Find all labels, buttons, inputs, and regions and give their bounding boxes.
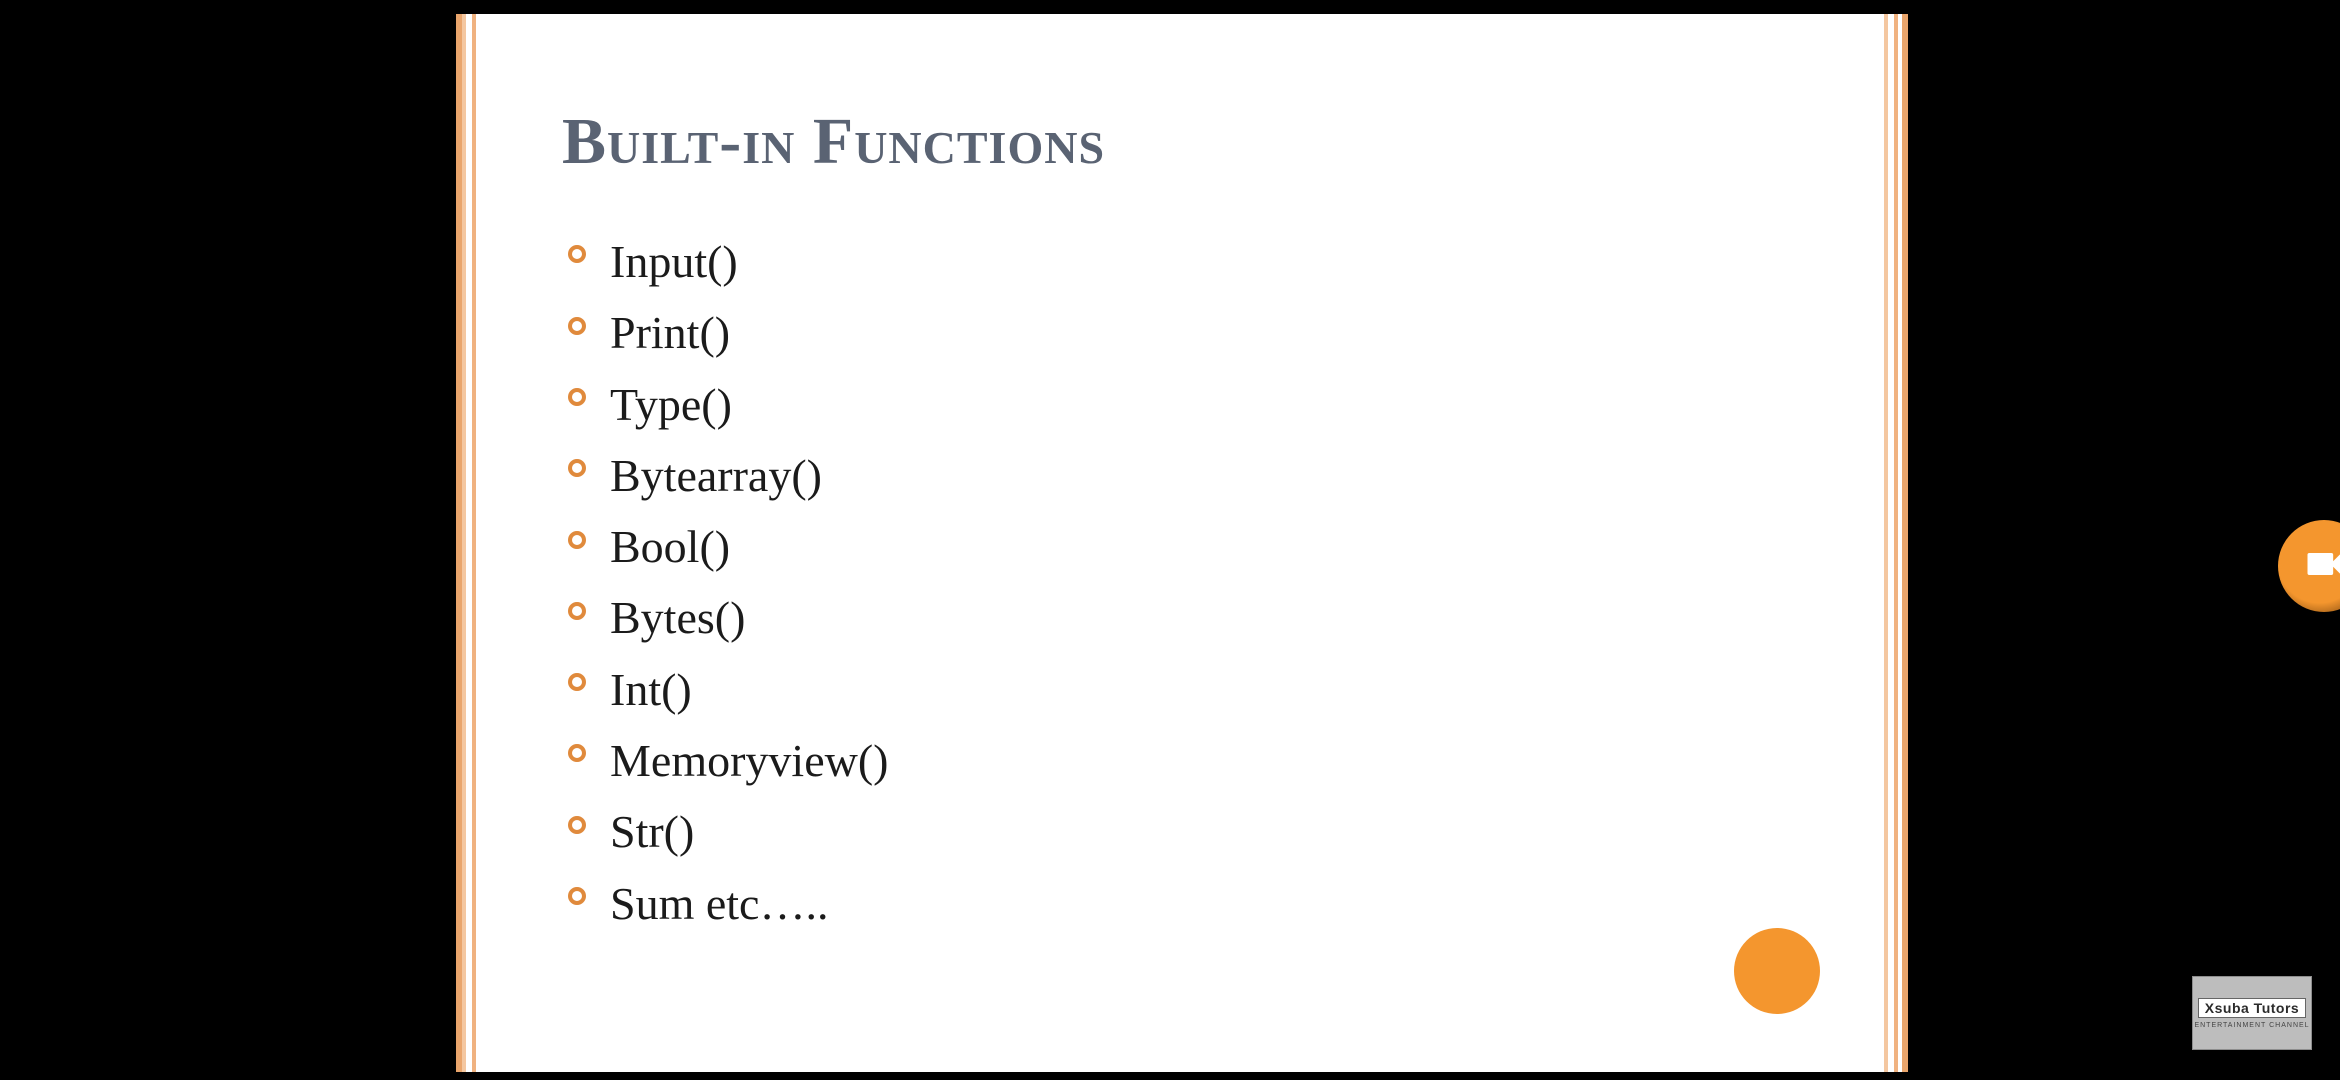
slide-title: Built-in Functions bbox=[562, 104, 1802, 180]
list-item: Sum etc….. bbox=[562, 868, 1802, 939]
record-button[interactable] bbox=[2278, 520, 2340, 612]
watermark-sub: ENTERTAINMENT CHANNEL bbox=[2194, 1022, 2309, 1029]
list-item: Str() bbox=[562, 796, 1802, 867]
slide-body: Built-in Functions Input() Print() Type(… bbox=[502, 14, 1862, 1072]
accent-dot bbox=[1734, 928, 1820, 1014]
list-item: Memoryview() bbox=[562, 725, 1802, 796]
list-item: Int() bbox=[562, 654, 1802, 725]
list-item: Input() bbox=[562, 226, 1802, 297]
list-item: Print() bbox=[562, 297, 1802, 368]
slide-stage: Built-in Functions Input() Print() Type(… bbox=[456, 14, 1908, 1072]
bullet-list: Input() Print() Type() Bytearray() Bool(… bbox=[562, 226, 1802, 939]
camera-icon bbox=[2302, 542, 2340, 591]
list-item: Bytes() bbox=[562, 582, 1802, 653]
list-item: Bool() bbox=[562, 511, 1802, 582]
channel-watermark: Xsuba Tutors ENTERTAINMENT CHANNEL bbox=[2192, 976, 2312, 1050]
list-item: Type() bbox=[562, 369, 1802, 440]
watermark-main: Xsuba Tutors bbox=[2198, 998, 2306, 1018]
list-item: Bytearray() bbox=[562, 440, 1802, 511]
